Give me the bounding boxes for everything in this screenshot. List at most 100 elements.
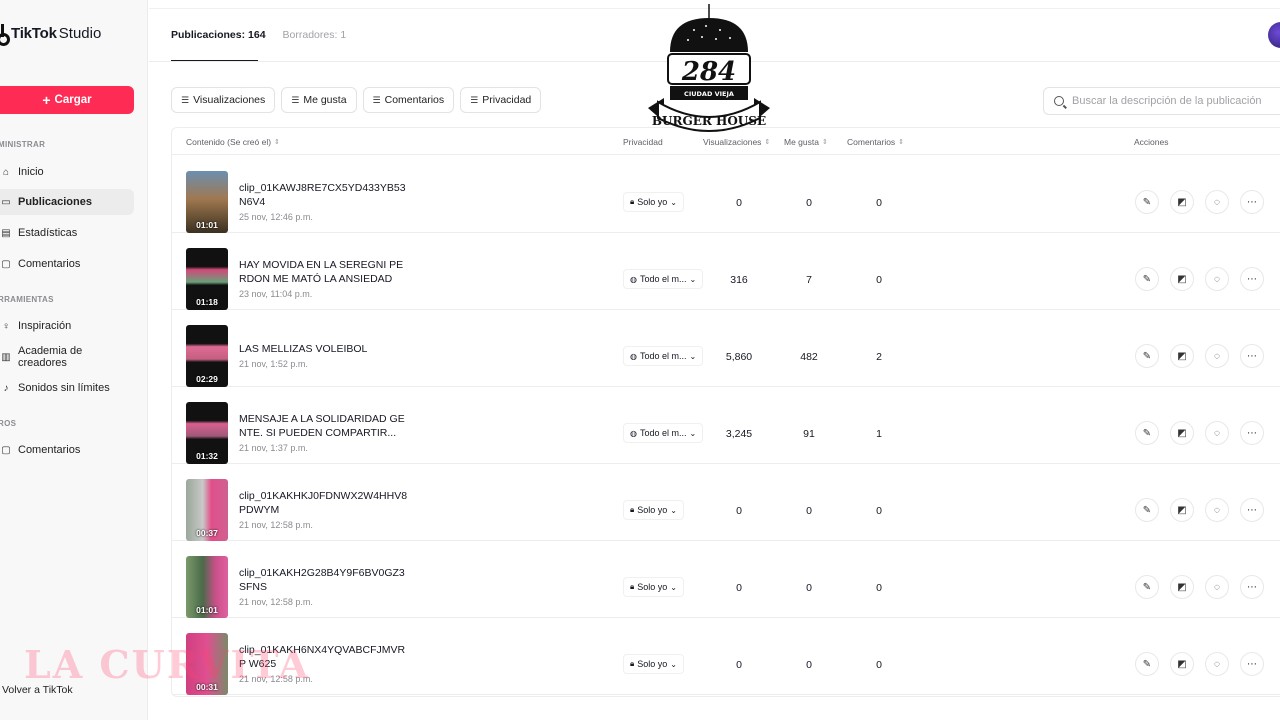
chevron-down-icon: ⌄ — [670, 197, 677, 207]
stats-button[interactable]: ◩ — [1170, 421, 1194, 445]
filter-label: Visualizaciones — [193, 94, 266, 106]
filter-comentarios[interactable]: ☰ Comentarios — [362, 87, 455, 113]
sidebar-item-sonidos[interactable]: ♪ Sonidos sin límites — [0, 375, 134, 401]
more-button[interactable]: ⋯ — [1240, 652, 1264, 676]
header-comments[interactable]: Comentarios ⇕ — [847, 137, 904, 147]
logo-title: BURGER HOUSE — [652, 114, 766, 128]
stats-button[interactable]: ◩ — [1170, 575, 1194, 599]
comments-button[interactable]: ◌ — [1205, 498, 1229, 522]
tab-borradores[interactable]: Borradores: 1 — [283, 29, 347, 41]
post-title[interactable]: MENSAJE A LA SOLIDARIDAD GENTE. SI PUEDE… — [239, 412, 409, 440]
more-icon: ⋯ — [1247, 581, 1257, 593]
comments-button[interactable]: ◌ — [1205, 652, 1229, 676]
comments-count: 1 — [876, 428, 882, 440]
privacy-dropdown[interactable]: 🔒︎ Solo yo ⌄ — [623, 654, 684, 674]
header-likes[interactable]: Me gusta ⇕ — [784, 137, 828, 147]
privacy-dropdown[interactable]: ◍ Todo el m... ⌄ — [623, 269, 704, 289]
search-icon — [1054, 96, 1064, 106]
edit-button[interactable]: ✎ — [1135, 652, 1159, 676]
video-thumbnail[interactable]: 02:29 — [186, 325, 228, 387]
sidebar-item-inspiracion[interactable]: ♀ Inspiración — [0, 313, 134, 339]
views-count: 0 — [736, 505, 742, 517]
comments-count: 0 — [876, 659, 882, 671]
comments-button[interactable]: ◌ — [1205, 421, 1229, 445]
post-title[interactable]: clip_01KAKHKJ0FDNWX2W4HHV8 PDWYM — [239, 489, 409, 517]
comments-count: 0 — [876, 197, 882, 209]
filter-visualizaciones[interactable]: ☰ Visualizaciones — [171, 87, 276, 113]
more-button[interactable]: ⋯ — [1240, 498, 1264, 522]
sidebar-item-publicaciones[interactable]: ▭ Publicaciones — [0, 189, 134, 215]
brand-suffix: Studio — [58, 24, 102, 42]
stats-button[interactable]: ◩ — [1170, 267, 1194, 291]
stats-button[interactable]: ◩ — [1170, 344, 1194, 368]
edit-button[interactable]: ✎ — [1135, 421, 1159, 445]
more-button[interactable]: ⋯ — [1240, 575, 1264, 599]
table-row[interactable]: 02:29 LAS MELLIZAS VOLEIBOL 21 nov, 1:52… — [172, 310, 1280, 387]
post-title[interactable]: LAS MELLIZAS VOLEIBOL — [239, 342, 409, 356]
privacy-dropdown[interactable]: 🔒︎ Solo yo ⌄ — [623, 192, 684, 212]
tab-publicaciones[interactable]: Publicaciones: 164 — [171, 29, 266, 41]
more-button[interactable]: ⋯ — [1240, 190, 1264, 214]
more-button[interactable]: ⋯ — [1240, 344, 1264, 368]
table-row[interactable]: 01:32 MENSAJE A LA SOLIDARIDAD GENTE. SI… — [172, 387, 1280, 464]
comments-button[interactable]: ◌ — [1205, 575, 1229, 599]
privacy-dropdown[interactable]: ◍ Todo el m... ⌄ — [623, 423, 704, 443]
filter-me-gusta[interactable]: ☰ Me gusta — [281, 87, 357, 113]
header-content[interactable]: Contenido (Se creó el) ⇕ — [186, 137, 280, 147]
privacy-value: Todo el m... — [639, 351, 687, 361]
chart-icon: ◩ — [1177, 273, 1187, 285]
video-thumbnail[interactable]: 01:32 — [186, 402, 228, 464]
search-input[interactable]: Buscar la descripción de la publicación — [1043, 87, 1280, 115]
post-date: 21 nov, 1:52 p.m. — [239, 359, 308, 369]
stats-button[interactable]: ◩ — [1170, 190, 1194, 214]
privacy-dropdown[interactable]: 🔒︎ Solo yo ⌄ — [623, 577, 684, 597]
sort-icon: ⇕ — [821, 139, 828, 146]
edit-button[interactable]: ✎ — [1135, 344, 1159, 368]
logo-subtitle: CIUDAD VIEJA — [684, 90, 734, 98]
chart-icon: ◩ — [1177, 658, 1187, 670]
edit-button[interactable]: ✎ — [1135, 267, 1159, 291]
edit-button[interactable]: ✎ — [1135, 498, 1159, 522]
lock-icon: 🔒︎ — [630, 582, 635, 591]
table-row[interactable]: 01:18 HAY MOVIDA EN LA SEREGNI PERDON ME… — [172, 233, 1280, 310]
more-icon: ⋯ — [1247, 196, 1257, 208]
edit-button[interactable]: ✎ — [1135, 190, 1159, 214]
video-thumbnail[interactable]: 01:18 — [186, 248, 228, 310]
comments-button[interactable]: ◌ — [1205, 267, 1229, 291]
comments-button[interactable]: ◌ — [1205, 190, 1229, 214]
table-row[interactable]: 01:01 clip_01KAWJ8RE7CX5YD433YB53 N6V4 2… — [172, 156, 1280, 233]
sidebar-item-comentarios[interactable]: ▢ Comentarios — [0, 251, 134, 277]
stats-button[interactable]: ◩ — [1170, 498, 1194, 522]
section-label-others: ROS — [0, 419, 17, 428]
video-thumbnail[interactable]: 01:01 — [186, 556, 228, 618]
post-date: 21 nov, 12:58 p.m. — [239, 520, 313, 530]
privacy-dropdown[interactable]: ◍ Todo el m... ⌄ — [623, 346, 704, 366]
sidebar-item-comentarios-otros[interactable]: ▢ Comentarios — [0, 437, 134, 463]
stats-button[interactable]: ◩ — [1170, 652, 1194, 676]
post-title[interactable]: clip_01KAWJ8RE7CX5YD433YB53 N6V4 — [239, 181, 409, 209]
post-title[interactable]: HAY MOVIDA EN LA SEREGNI PERDON ME MATÓ … — [239, 258, 409, 286]
post-tabs: Publicaciones: 164 Borradores: 1 — [171, 29, 346, 41]
more-icon: ⋯ — [1247, 504, 1257, 516]
table-row[interactable]: 00:31 clip_01KAKH6NX4YQVABCFJMVRP W625 2… — [172, 618, 1280, 695]
video-thumbnail[interactable]: 01:01 — [186, 171, 228, 233]
filter-privacidad[interactable]: ☰ Privacidad — [460, 87, 542, 113]
chevron-down-icon: ⌄ — [670, 582, 677, 592]
edit-button[interactable]: ✎ — [1135, 575, 1159, 599]
post-title[interactable]: clip_01KAKH2G28B4Y9F6BV0GZ3 SFNS — [239, 566, 409, 594]
more-button[interactable]: ⋯ — [1240, 267, 1264, 291]
comments-count: 0 — [876, 582, 882, 594]
upload-button[interactable]: + Cargar — [0, 86, 134, 114]
avatar[interactable] — [1268, 22, 1280, 48]
more-button[interactable]: ⋯ — [1240, 421, 1264, 445]
table-row[interactable]: 00:37 clip_01KAKHKJ0FDNWX2W4HHV8 PDWYM 2… — [172, 464, 1280, 541]
sidebar-item-academia[interactable]: ▥ Academia de creadores — [0, 344, 134, 370]
video-thumbnail[interactable]: 00:37 — [186, 479, 228, 541]
comments-button[interactable]: ◌ — [1205, 344, 1229, 368]
privacy-dropdown[interactable]: 🔒︎ Solo yo ⌄ — [623, 500, 684, 520]
sidebar-item-inicio[interactable]: ⌂ Inicio — [0, 159, 134, 185]
tiktok-studio-logo[interactable]: TikTok Studio — [0, 24, 102, 46]
sidebar-item-estadisticas[interactable]: ▤ Estadísticas — [0, 220, 134, 246]
chevron-down-icon: ⌄ — [689, 351, 697, 361]
table-row[interactable]: 01:01 clip_01KAKH2G28B4Y9F6BV0GZ3 SFNS 2… — [172, 541, 1280, 618]
